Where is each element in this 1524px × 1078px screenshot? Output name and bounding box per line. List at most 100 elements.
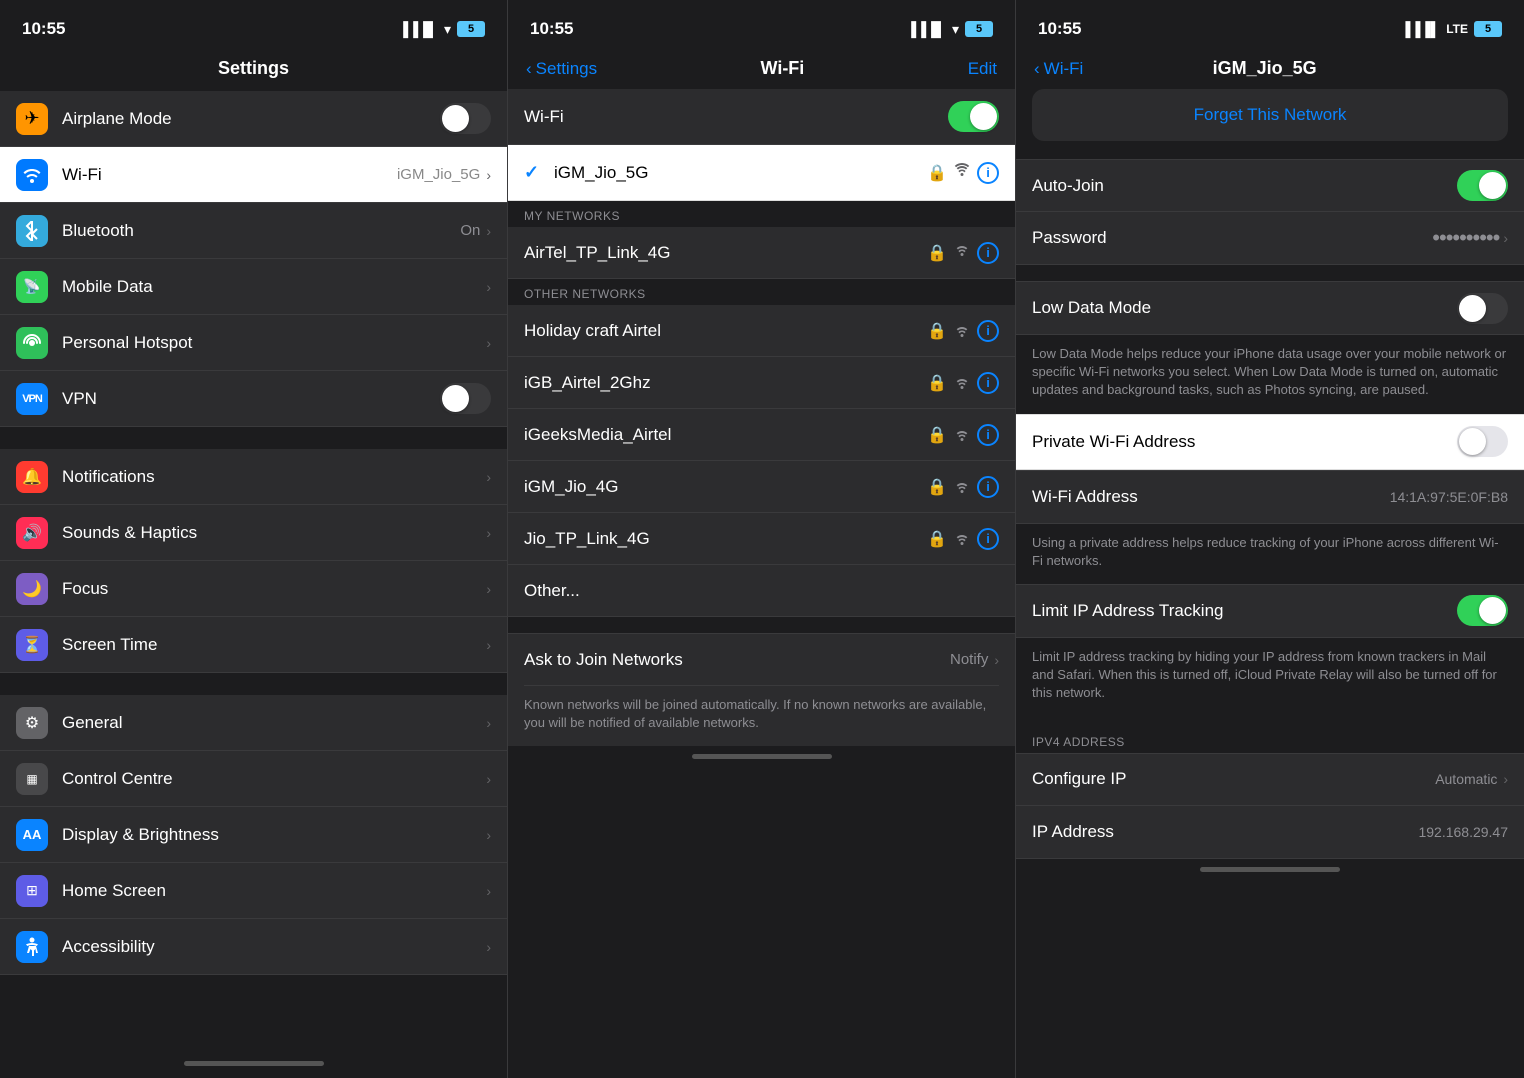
personal-hotspot-chevron: › (484, 335, 491, 351)
detail-back-button[interactable]: ‹ Wi-Fi (1034, 59, 1083, 79)
home-screen-icon: ⊞ (16, 875, 48, 907)
info-my0-icon[interactable]: i (977, 242, 999, 264)
control-centre-label: Control Centre (62, 769, 470, 789)
low-data-toggle[interactable] (1457, 293, 1508, 324)
low-data-row[interactable]: Low Data Mode (1016, 282, 1524, 334)
wifi-icon-2: ▾ (952, 21, 959, 38)
setting-notifications[interactable]: 🔔 Notifications › (0, 449, 507, 505)
other-network-3[interactable]: iGM_Jio_4G 🔒 i (508, 461, 1015, 513)
status-bar-1: 10:55 ▐▐▐▌ ▾ 5 (0, 0, 507, 50)
vpn-label: VPN (62, 389, 426, 409)
status-bar-3: 10:55 ▐▐▐▌ LTE 5 (1016, 0, 1524, 50)
join-section: Ask to Join Networks Notify › Known netw… (508, 633, 1015, 746)
wifi-my0-icon (953, 243, 971, 262)
signal-icon-3: ▐▐▐▌ (1401, 21, 1441, 37)
low-data-note: Low Data Mode helps reduce your iPhone d… (1016, 335, 1524, 414)
ip-address-row: IP Address 192.168.29.47 (1016, 806, 1524, 858)
wifi-icon: ▾ (444, 21, 451, 38)
setting-screen-time[interactable]: ⏳ Screen Time › (0, 617, 507, 673)
setting-sounds[interactable]: 🔊 Sounds & Haptics › (0, 505, 507, 561)
limit-ip-toggle[interactable] (1457, 595, 1508, 626)
signal-icon: ▐▐▐▌ (398, 21, 438, 37)
setting-vpn[interactable]: VPN VPN (0, 371, 507, 427)
airplane-mode-toggle[interactable] (440, 103, 491, 134)
auto-join-toggle[interactable] (1457, 170, 1508, 201)
forget-network-button[interactable]: Forget This Network (1032, 89, 1508, 141)
limit-ip-row[interactable]: Limit IP Address Tracking (1016, 585, 1524, 637)
my-network-row-0[interactable]: AirTel_TP_Link_4G 🔒 i (508, 227, 1015, 279)
setting-personal-hotspot[interactable]: Personal Hotspot › (0, 315, 507, 371)
setting-accessibility[interactable]: Accessibility › (0, 919, 507, 975)
other-name-5: Other... (524, 581, 999, 601)
wifi-other1 (953, 376, 971, 390)
accessibility-label: Accessibility (62, 937, 470, 957)
home-indicator-3 (1200, 867, 1340, 872)
settings-panel: 10:55 ▐▐▐▌ ▾ 5 Settings ✈ Airplane Mode (0, 0, 508, 1078)
personal-hotspot-icon (16, 327, 48, 359)
status-bar-2: 10:55 ▐▐▐▌ ▾ 5 (508, 0, 1015, 50)
lock-other1: 🔒 (927, 373, 947, 393)
battery-icon-2: 5 (965, 21, 993, 37)
private-address-row[interactable]: Private Wi-Fi Address (1016, 414, 1524, 470)
wifi-address-note: Using a private address helps reduce tra… (1016, 524, 1524, 584)
info-other0[interactable]: i (977, 320, 999, 342)
setting-display[interactable]: AA Display & Brightness › (0, 807, 507, 863)
other-network-2[interactable]: iGeeksMedia_Airtel 🔒 i (508, 409, 1015, 461)
private-address-label: Private Wi-Fi Address (1032, 432, 1457, 452)
bluetooth-label: Bluetooth (62, 221, 446, 241)
connected-network-row[interactable]: ✓ iGM_Jio_5G 🔒 i (508, 145, 1015, 201)
my-network-name-0: AirTel_TP_Link_4G (524, 243, 917, 263)
auto-join-row[interactable]: Auto-Join (1016, 160, 1524, 212)
wifi-toggle[interactable] (948, 101, 999, 132)
wifi-edit-button[interactable]: Edit (968, 59, 997, 79)
other-network-0[interactable]: Holiday craft Airtel 🔒 i (508, 305, 1015, 357)
info-other1[interactable]: i (977, 372, 999, 394)
vpn-toggle[interactable] (440, 383, 491, 414)
setting-airplane-mode[interactable]: ✈ Airplane Mode (0, 91, 507, 147)
join-row[interactable]: Ask to Join Networks Notify › (524, 634, 999, 686)
settings-list: ✈ Airplane Mode Wi-Fi iGM_Jio_5G › (0, 91, 507, 1053)
checkmark-icon: ✓ (524, 162, 544, 183)
setting-focus[interactable]: 🌙 Focus › (0, 561, 507, 617)
wifi-toggle-row[interactable]: Wi-Fi (508, 89, 1015, 145)
wifi-address-label: Wi-Fi Address (1032, 487, 1390, 507)
lock-other2: 🔒 (927, 425, 947, 445)
time-3: 10:55 (1038, 19, 1081, 39)
password-value: •••••••••• (1432, 225, 1499, 251)
join-value: Notify › (950, 651, 999, 668)
other-network-5[interactable]: Other... (508, 565, 1015, 617)
setting-wifi[interactable]: Wi-Fi iGM_Jio_5G › (0, 147, 507, 203)
wifi-other0 (953, 324, 971, 338)
battery-icon: 5 (457, 21, 485, 37)
password-row[interactable]: Password •••••••••• › (1016, 212, 1524, 264)
setting-mobile-data[interactable]: 📡 Mobile Data › (0, 259, 507, 315)
configure-ip-label: Configure IP (1032, 769, 1435, 789)
home-indicator-2 (692, 754, 832, 759)
general-chevron: › (484, 715, 491, 731)
general-label: General (62, 713, 470, 733)
personal-hotspot-label: Personal Hotspot (62, 333, 470, 353)
info-other4[interactable]: i (977, 528, 999, 550)
wifi-address-section: Wi-Fi Address 14:1A:97:5E:0F:B8 (1016, 470, 1524, 524)
info-other2[interactable]: i (977, 424, 999, 446)
other-network-4[interactable]: Jio_TP_Link_4G 🔒 i (508, 513, 1015, 565)
accessibility-chevron: › (484, 939, 491, 955)
info-other3[interactable]: i (977, 476, 999, 498)
status-icons-3: ▐▐▐▌ LTE 5 (1401, 21, 1502, 37)
setting-control-centre[interactable]: ▦ Control Centre › (0, 751, 507, 807)
sounds-chevron: › (484, 525, 491, 541)
focus-chevron: › (484, 581, 491, 597)
other-icons-0: 🔒 i (927, 320, 999, 342)
setting-general[interactable]: ⚙ General › (0, 695, 507, 751)
control-centre-chevron: › (484, 771, 491, 787)
private-address-toggle[interactable] (1457, 426, 1508, 457)
setting-home-screen[interactable]: ⊞ Home Screen › (0, 863, 507, 919)
focus-label: Focus (62, 579, 470, 599)
home-screen-label: Home Screen (62, 881, 470, 901)
wifi-back-button[interactable]: ‹ Settings (526, 59, 597, 79)
info-icon[interactable]: i (977, 162, 999, 184)
other-name-1: iGB_Airtel_2Ghz (524, 373, 917, 393)
configure-ip-row[interactable]: Configure IP Automatic › (1016, 754, 1524, 806)
setting-bluetooth[interactable]: Bluetooth On › (0, 203, 507, 259)
other-network-1[interactable]: iGB_Airtel_2Ghz 🔒 i (508, 357, 1015, 409)
